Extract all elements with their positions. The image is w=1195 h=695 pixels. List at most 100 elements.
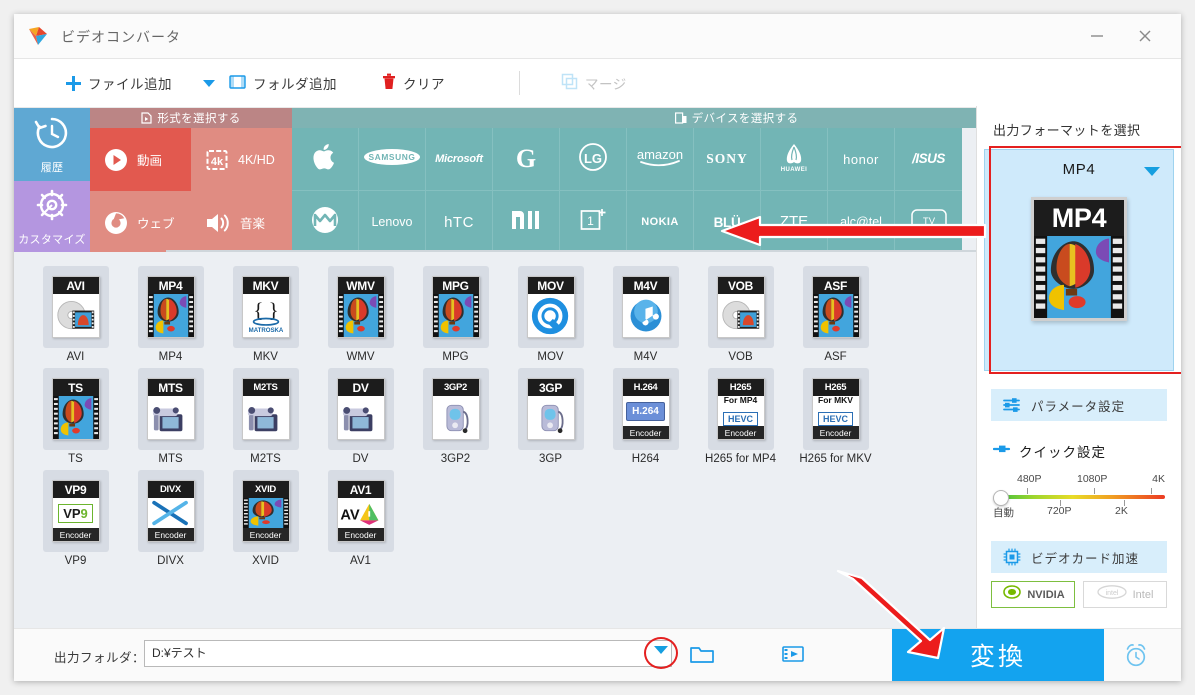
format-item-mov[interactable]: MOV MOV xyxy=(503,266,598,364)
convert-button[interactable]: 変換 xyxy=(892,629,1104,681)
format-tile[interactable]: MOV xyxy=(517,266,584,348)
format-item-vob[interactable]: VOB VOB xyxy=(693,266,788,364)
format-tile[interactable]: AVI xyxy=(42,266,109,348)
sidebar-item-customize[interactable]: カスタマイズ xyxy=(14,181,90,254)
format-item-asf[interactable]: ASF ASF xyxy=(788,266,883,364)
format-item-mpg[interactable]: MPG MPG xyxy=(408,266,503,364)
format-tile[interactable]: MP4 xyxy=(137,266,204,348)
format-item-mp4[interactable]: MP4 MP4 xyxy=(123,266,218,364)
format-tile[interactable]: MTS xyxy=(137,368,204,450)
device-oneplus[interactable]: 1 xyxy=(560,191,627,254)
alarm-clock-button[interactable] xyxy=(1123,643,1149,667)
device-honor[interactable]: honor xyxy=(828,128,895,191)
device-samsung[interactable]: SAMSUNG xyxy=(359,128,426,191)
format-icon: H265 For MKV HEVC Encoder xyxy=(811,378,860,440)
format-tile[interactable]: H.264 H.264 Encoder xyxy=(612,368,679,450)
sidebar-item-history[interactable]: 履歴 xyxy=(14,108,90,181)
resolution-slider[interactable]: 480P 1080P 4K 自動 720P 2K xyxy=(993,473,1165,527)
minimize-button[interactable] xyxy=(1075,14,1119,58)
device-lenovo[interactable]: Lenovo xyxy=(359,191,426,254)
format-tile[interactable]: VP9 VP9 Encoder xyxy=(42,470,109,552)
chevron-down-icon[interactable] xyxy=(1144,167,1160,176)
format-tile[interactable]: MKV { } MATROSKA xyxy=(232,266,299,348)
format-tile[interactable]: MPG xyxy=(422,266,489,348)
format-item-h264[interactable]: H.264 H.264 Encoder H264 xyxy=(598,368,693,466)
device-htc[interactable]: hTC xyxy=(426,191,493,254)
clear-button[interactable]: クリア xyxy=(382,59,445,107)
gpu-acceleration-button[interactable]: ビデオカード加速 xyxy=(991,541,1167,573)
merge-button[interactable]: マージ xyxy=(561,59,627,107)
format-tile[interactable]: VOB xyxy=(707,266,774,348)
device-lg[interactable]: LG xyxy=(560,128,627,191)
slider-knob[interactable] xyxy=(993,490,1009,506)
format-item-av1[interactable]: AV1 AV Encoder AV1 xyxy=(313,470,408,568)
format-item-avi[interactable]: AVI AVI xyxy=(28,266,123,364)
format-tile[interactable]: AV1 AV Encoder xyxy=(327,470,394,552)
output-folder-input[interactable]: D:¥テスト xyxy=(144,640,672,667)
selected-format-card[interactable]: MP4 MP4 xyxy=(984,149,1174,371)
format-subtitle: For MKV xyxy=(818,395,853,405)
device-motorola[interactable] xyxy=(292,191,359,254)
format-item-ts[interactable]: TS TS xyxy=(28,368,123,466)
format-tile[interactable]: H265 For MKV HEVC Encoder xyxy=(802,368,869,450)
device-alcatel[interactable]: alc@tel xyxy=(828,191,895,254)
format-tile[interactable]: 3GP xyxy=(517,368,584,450)
format-item-3gp2[interactable]: 3GP2 3GP2 xyxy=(408,368,503,466)
open-folder-button[interactable] xyxy=(690,642,714,666)
device-nokia[interactable]: NOKIA xyxy=(627,191,694,254)
format-tile[interactable]: 3GP2 xyxy=(422,368,489,450)
format-tile[interactable]: TS xyxy=(42,368,109,450)
device-google[interactable]: G xyxy=(493,128,560,191)
format-item-divx[interactable]: DIVX Encoder DIVX xyxy=(123,470,218,568)
format-item-mts[interactable]: MTS MTS xyxy=(123,368,218,466)
format-tile[interactable]: DV xyxy=(327,368,394,450)
device-sony[interactable]: SONY xyxy=(694,128,761,191)
format-tile[interactable]: DIVX Encoder xyxy=(137,470,204,552)
format-encoder-badge: Encoder xyxy=(812,426,859,439)
device-blu[interactable]: BLÜ xyxy=(694,191,761,254)
category-4khd[interactable]: 4k 4K/HD xyxy=(191,128,292,191)
add-file-dropdown-button[interactable] xyxy=(196,59,222,107)
device-tv[interactable]: TV xyxy=(895,191,962,254)
format-item-m4v[interactable]: M4V M4V xyxy=(598,266,693,364)
format-item-vp9[interactable]: VP9 VP9 Encoder VP9 xyxy=(28,470,123,568)
4k-icon: 4k xyxy=(205,148,229,172)
slider-track[interactable] xyxy=(997,495,1165,499)
device-zte[interactable]: ZTE xyxy=(761,191,828,254)
format-item-xvid[interactable]: XVID Encoder XVID xyxy=(218,470,313,568)
format-tile[interactable]: H265 For MP4 HEVC Encoder xyxy=(707,368,774,450)
device-huawei[interactable]: HUAWEI xyxy=(761,128,828,191)
device-amazon[interactable]: amazon xyxy=(627,128,694,191)
device-microsoft[interactable]: Microsoft xyxy=(426,128,493,191)
gpu-chip-nvidia[interactable]: NVIDIA xyxy=(991,581,1075,608)
close-button[interactable] xyxy=(1123,14,1167,58)
format-item-dv[interactable]: DV DV xyxy=(313,368,408,466)
format-tile[interactable]: M4V xyxy=(612,266,679,348)
media-folder-button[interactable] xyxy=(782,642,804,666)
parameter-settings-button[interactable]: パラメータ設定 xyxy=(991,389,1167,421)
device-apple[interactable] xyxy=(292,128,359,191)
speaker-icon xyxy=(205,212,231,234)
format-item-h265-for-mkv[interactable]: H265 For MKV HEVC Encoder H265 for MKV xyxy=(788,368,883,466)
format-item-3gp[interactable]: 3GP 3GP xyxy=(503,368,598,466)
format-tile[interactable]: WMV xyxy=(327,266,394,348)
device-xiaomi[interactable] xyxy=(493,191,560,254)
format-item-wmv[interactable]: WMV WMV xyxy=(313,266,408,364)
slider-label-480p: 480P xyxy=(1017,473,1042,485)
category-music[interactable]: 音楽 xyxy=(191,191,292,254)
category-web[interactable]: ウェブ xyxy=(90,191,191,254)
add-folder-button[interactable]: フォルダ追加 xyxy=(229,59,337,107)
format-tile[interactable]: XVID Encoder xyxy=(232,470,299,552)
gpu-chip-intel[interactable]: intel Intel xyxy=(1083,581,1167,608)
format-artwork xyxy=(622,294,669,337)
category-video[interactable]: 動画 xyxy=(90,128,191,191)
format-tile[interactable]: M2TS xyxy=(232,368,299,450)
format-tile[interactable]: ASF xyxy=(802,266,869,348)
device-asus[interactable]: /ISUS xyxy=(895,128,962,191)
format-item-mkv[interactable]: MKV { } MATROSKA MKV xyxy=(218,266,313,364)
format-badge: MPG xyxy=(432,277,479,294)
format-badge: VP9 xyxy=(52,481,99,498)
format-item-h265-for-mp4[interactable]: H265 For MP4 HEVC Encoder H265 for MP4 xyxy=(693,368,788,466)
format-item-m2ts[interactable]: M2TS M2TS xyxy=(218,368,313,466)
add-file-button[interactable]: ファイル追加 xyxy=(66,59,172,107)
